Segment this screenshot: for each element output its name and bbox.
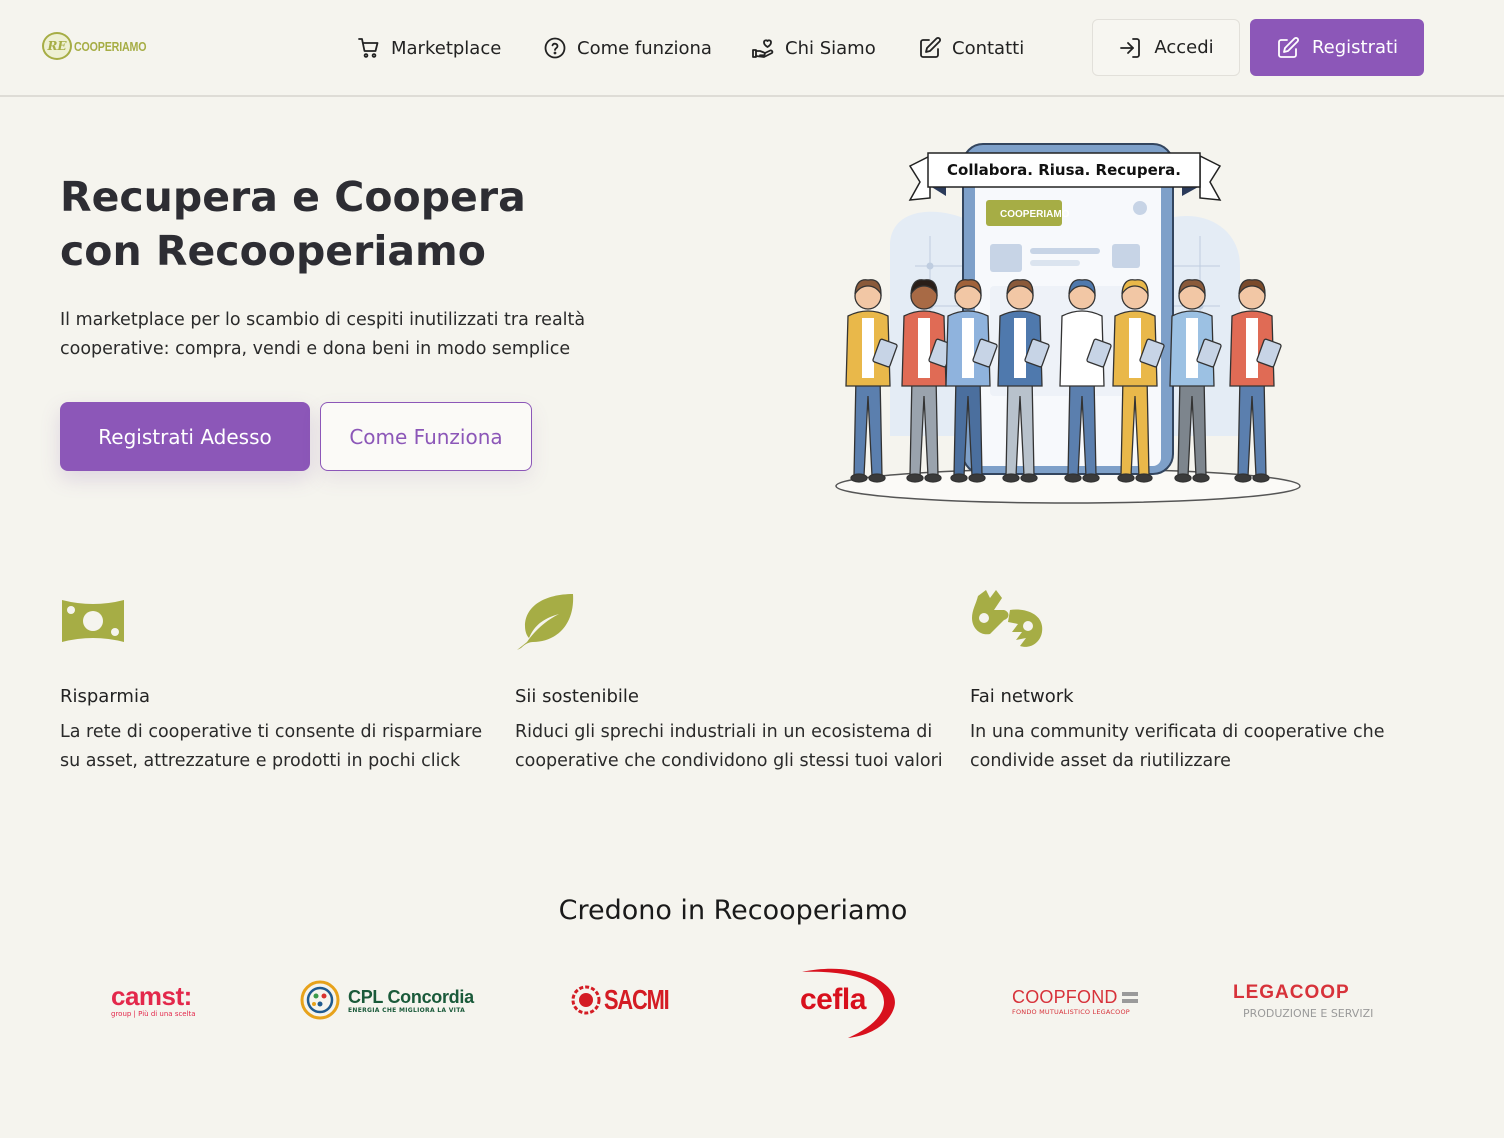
- legacoop-wordmark: LEGACOOP: [1233, 982, 1350, 1003]
- illustration-logo-text: COOPERIAMO: [1000, 209, 1070, 220]
- feature-description: In una community verificata di cooperati…: [970, 722, 1385, 771]
- how-it-works-button[interactable]: Come Funziona: [320, 402, 532, 471]
- login-button[interactable]: Accedi: [1092, 19, 1240, 76]
- feature-sostenibile: Sii sostenibile Riduci gli sprechi indus…: [515, 588, 955, 771]
- site-logo[interactable]: RE COOPERIAMO: [42, 32, 162, 60]
- camst-wordmark: camst:: [111, 981, 192, 1011]
- partner-logo-coopfond[interactable]: COOPFOND FONDO MUTUALISTICO LEGACOOP: [1012, 987, 1138, 1016]
- nav-come-funziona[interactable]: Come funziona: [543, 34, 712, 62]
- feature-title: Sii sostenibile: [515, 686, 639, 707]
- money-bill-icon: [62, 600, 124, 642]
- question-circle-icon: [544, 37, 566, 59]
- login-label: Accedi: [1154, 37, 1214, 58]
- cpl-emblem-icon: [300, 980, 340, 1020]
- partner-logo-sacmi[interactable]: SACMI: [571, 984, 687, 1016]
- sign-in-icon: [1120, 37, 1141, 58]
- partner-logo-camst[interactable]: camst: group | Più di una scelta: [111, 982, 196, 1019]
- register-button[interactable]: Registrati: [1250, 19, 1424, 76]
- camst-tagline: group | Più di una scelta: [111, 1010, 196, 1018]
- partner-logo-cefla[interactable]: cefla: [798, 964, 898, 1040]
- edit-square-icon: [1278, 36, 1299, 58]
- register-now-button[interactable]: Registrati Adesso: [60, 402, 310, 471]
- site-header: RE COOPERIAMO Marketplace Come funziona …: [0, 0, 1504, 97]
- edit-square-icon: [920, 37, 941, 58]
- illustration-banner-text: Collabora. Riusa. Recupera.: [947, 161, 1181, 179]
- partner-logo-cpl[interactable]: CPL Concordia ENERGIA CHE MIGLIORA LA VI…: [300, 976, 474, 1024]
- nav-come-funziona-label: Come funziona: [577, 37, 712, 59]
- nav-marketplace-label: Marketplace: [391, 37, 502, 59]
- feature-description: La rete di cooperative ti consente di ri…: [60, 722, 483, 771]
- hero-title: Recupera e Coopera con Recooperiamo: [60, 173, 526, 275]
- feature-title: Fai network: [970, 686, 1074, 707]
- nav-contatti[interactable]: Contatti: [918, 34, 1024, 62]
- nav-marketplace[interactable]: Marketplace: [357, 34, 501, 62]
- sacmi-wordmark: SACMI: [604, 984, 670, 1015]
- hand-heart-icon: [752, 39, 774, 58]
- register-label: Registrati: [1311, 37, 1399, 58]
- leaf-icon: [517, 594, 574, 650]
- cart-icon: [358, 38, 379, 58]
- hero-subtitle: Il marketplace per lo scambio di cespiti…: [60, 310, 586, 359]
- coopfond-tagline: FONDO MUTUALISTICO LEGACOOP: [1012, 1008, 1130, 1016]
- coopfond-bars-icon: [1121, 992, 1138, 1003]
- nav-chi-siamo-label: Chi Siamo: [785, 37, 876, 59]
- feature-risparmia: Risparmia La rete di cooperative ti cons…: [60, 588, 500, 771]
- nav-contatti-label: Contatti: [952, 37, 1025, 59]
- coopfond-wordmark: COOPFOND: [1012, 987, 1118, 1007]
- cefla-wordmark: cefla: [800, 983, 866, 1016]
- feature-description: Riduci gli sprechi industriali in un eco…: [515, 722, 943, 771]
- cpl-wordmark: CPL Concordia: [348, 986, 474, 1007]
- logo-badge: RE: [42, 32, 72, 60]
- logo-text: COOPERIAMO: [74, 38, 147, 54]
- cpl-tagline: ENERGIA CHE MIGLIORA LA VITA: [348, 1006, 466, 1014]
- feature-title: Risparmia: [60, 686, 150, 707]
- sacmi-emblem-icon: [571, 985, 601, 1015]
- sign-language-icon: [972, 590, 1043, 647]
- partner-logo-legacoop[interactable]: LEGACOOP PRODUZIONE E SERVIZI: [1233, 982, 1373, 1020]
- feature-network: Fai network In una community verificata …: [970, 588, 1410, 771]
- partners-title: Credono in Recooperiamo: [558, 895, 908, 926]
- legacoop-tagline: PRODUZIONE E SERVIZI: [1243, 1007, 1374, 1020]
- nav-chi-siamo[interactable]: Chi Siamo: [751, 34, 876, 62]
- hero-illustration: COOPERIAMO Collabora. Riusa. Recupera.: [835, 143, 1301, 504]
